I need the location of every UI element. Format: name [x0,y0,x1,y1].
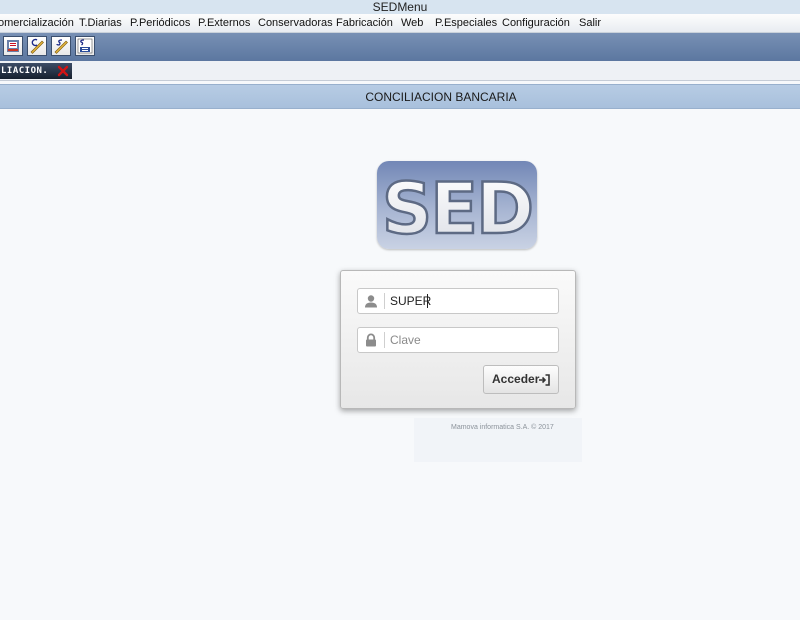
pencil-s-icon [54,39,68,54]
printer-icon [7,40,19,52]
sed-logo-mark: SED [381,167,536,249]
section-title: CONCILIACION BANCARIA [365,90,517,104]
menu-item-2[interactable]: P.Periódicos [130,14,190,32]
toolbar [0,33,800,61]
menu-item-8[interactable]: Configuración [502,14,570,32]
menu-item-6[interactable]: Web [401,14,423,32]
field-separator [384,332,385,348]
username-input[interactable] [390,292,550,310]
export-document-icon [77,38,93,54]
toolbar-button-settle[interactable] [51,36,71,56]
text-caret [427,294,428,308]
tab-label: LIACION. [1,66,49,76]
user-icon [365,295,377,308]
menu-item-5[interactable]: Fabricación [336,14,393,32]
username-field[interactable] [357,288,559,314]
login-button[interactable]: Acceder [483,365,559,394]
menu-bar: omercialización T.Diarias P.Periódicos P.Ex… [0,14,800,33]
pencil-c-icon [30,38,44,54]
menu-item-9[interactable]: Salir [579,14,601,32]
sign-in-icon [539,374,550,386]
tab-strip: LIACION. [0,61,800,81]
password-field[interactable] [357,327,559,353]
toolbar-button-print[interactable] [3,36,23,56]
close-icon[interactable] [57,65,69,77]
toolbar-button-export[interactable] [75,36,95,56]
menu-item-3[interactable]: P.Externos [198,14,250,32]
lock-icon [366,333,376,347]
tab-conciliacion[interactable]: LIACION. [0,63,72,79]
footer-copyright: Mamova informatica S.A. © 2017 [451,424,554,431]
menu-item-7[interactable]: P.Especiales [435,14,497,32]
field-separator [384,293,385,309]
section-header: CONCILIACION BANCARIA [0,84,800,109]
toolbar-button-calculate[interactable] [27,36,47,56]
sed-logo: SED [377,161,537,249]
menu-item-4[interactable]: Conservadoras [258,14,333,32]
logo-text: SED [382,168,532,249]
menu-item-0[interactable]: omercialización [0,14,74,32]
window-title-bar: SEDMenu [0,0,800,14]
password-input[interactable] [390,331,550,349]
login-button-label: Acceder [492,372,540,386]
login-panel: Acceder [340,270,576,409]
menu-item-1[interactable]: T.Diarias [79,14,122,32]
window-title: SEDMenu [372,0,428,14]
